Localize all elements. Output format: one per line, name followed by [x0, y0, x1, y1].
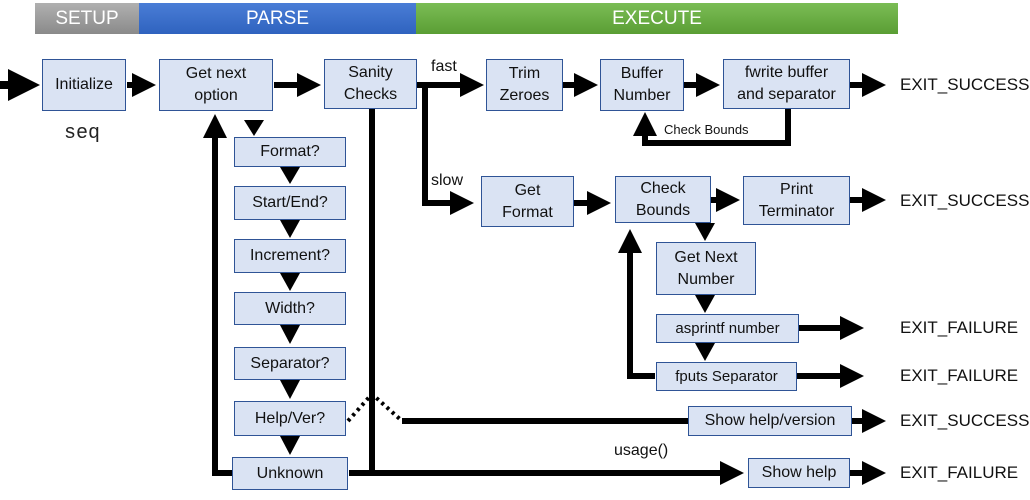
node-separator-q: Separator? [234, 347, 346, 380]
arrow-format-start [280, 167, 300, 184]
exit-slow-success: EXIT_SUCCESS [900, 191, 1030, 210]
node-print-terminator: Print Terminator [743, 176, 850, 225]
node-get-next-number: Get Next Number [656, 242, 756, 295]
edge-label-usage: usage() [614, 442, 669, 459]
arrow-check-getnext [695, 223, 715, 241]
arrow-help-unknown [280, 436, 300, 455]
node-help-ver-q: Help/Ver? [234, 401, 346, 436]
node-initialize: Initialize [42, 59, 126, 111]
exit-fast-success: EXIT_SUCCESS [900, 75, 1030, 94]
node-get-format: Get Format [481, 176, 574, 227]
edge-unknown-loop [203, 114, 232, 476]
node-fputs-separator: fputs Separator [656, 362, 797, 391]
node-trim-zeroes: Trim Zeroes [486, 59, 563, 111]
arrow-getopt-format [244, 120, 264, 136]
node-unknown: Unknown [232, 457, 348, 490]
node-check-bounds: Check Bounds [615, 176, 711, 223]
node-get-next-option: Get next option [159, 59, 273, 111]
arrow-width-sep [280, 325, 300, 344]
node-start-end-q: Start/End? [234, 186, 346, 220]
exit-help-version-success: EXIT_SUCCESS [900, 411, 1030, 430]
node-asprintf-number: asprintf number [656, 314, 799, 343]
program-name: seq [64, 122, 101, 145]
arrow-asprintf-fputs [695, 343, 715, 361]
node-fwrite-buffer: fwrite buffer and separator [723, 59, 850, 109]
edge-label-slow: slow [431, 172, 464, 189]
node-width-q: Width? [234, 292, 346, 325]
arrow-incr-width [280, 273, 300, 291]
edge-label-fast: fast [431, 58, 457, 75]
exit-show-help-failure: EXIT_FAILURE [900, 463, 1019, 482]
exit-asprintf-failure: EXIT_FAILURE [900, 318, 1019, 337]
node-increment-q: Increment? [234, 239, 346, 273]
edge-label-check-bounds: Check Bounds [664, 122, 749, 137]
node-show-help: Show help [748, 458, 850, 488]
edge-fputs-loop [618, 229, 655, 379]
exit-fputs-failure: EXIT_FAILURE [900, 366, 1019, 385]
node-format-q: Format? [234, 137, 346, 167]
arrow-sep-help [280, 380, 300, 399]
arrow-getnext-asprintf [695, 295, 715, 313]
arrow-start-incr [280, 220, 300, 238]
node-buffer-number: Buffer Number [600, 59, 684, 111]
node-show-help-version: Show help/version [688, 406, 852, 436]
node-sanity-checks: Sanity Checks [324, 59, 417, 109]
